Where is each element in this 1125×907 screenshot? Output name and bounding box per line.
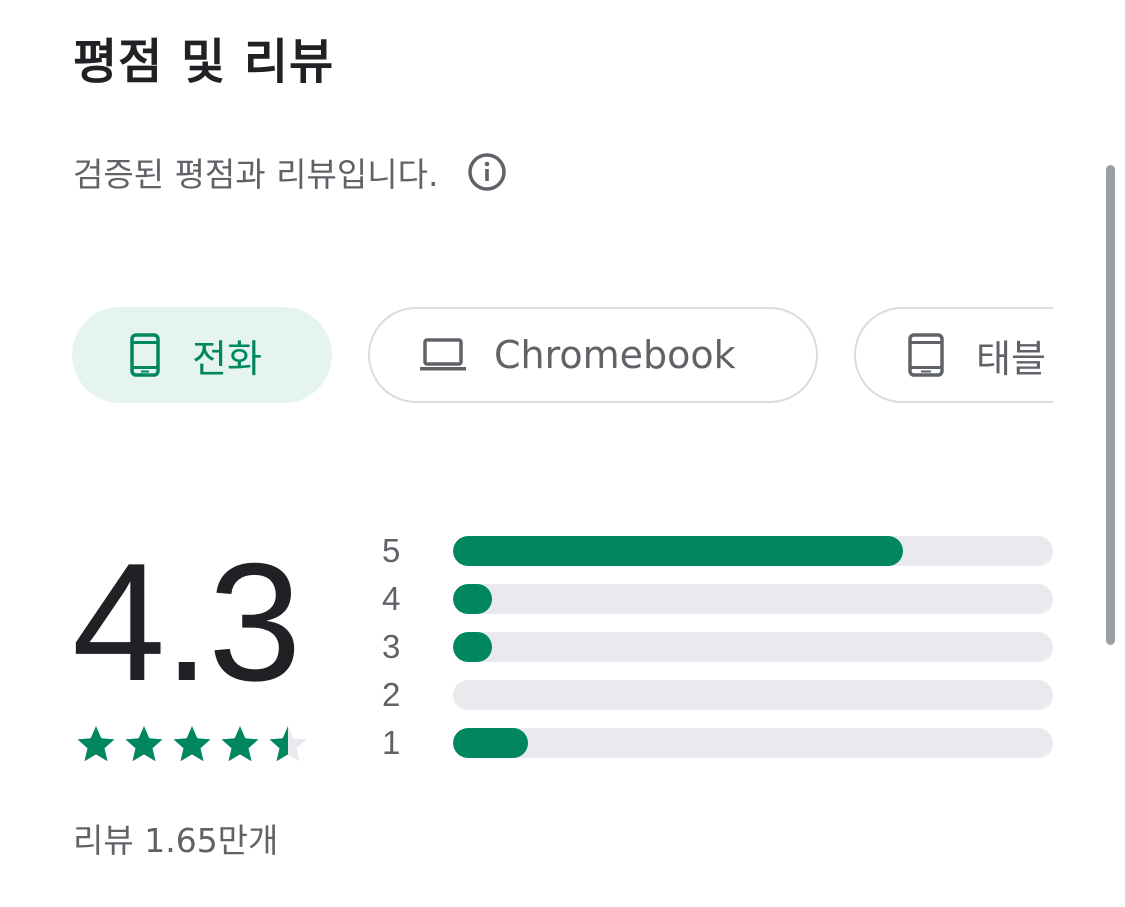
laptop-icon xyxy=(420,338,466,372)
chip-chromebook-label: Chromebook xyxy=(494,333,736,377)
rating-bar-fill xyxy=(453,536,903,566)
star-icon xyxy=(269,726,307,762)
rating-bar-label: 5 xyxy=(382,532,401,569)
page-title: 평점 및 리뷰 xyxy=(73,34,335,90)
rating-bar-row-4: 4 xyxy=(382,580,1062,617)
rating-bar-track xyxy=(453,632,1053,662)
rating-bar-row-3: 3 xyxy=(382,628,1062,665)
rating-bar-label: 3 xyxy=(382,628,401,665)
rating-bar-label: 1 xyxy=(382,724,401,761)
star-icon xyxy=(221,726,259,762)
review-count: 리뷰 1.65만개 xyxy=(73,821,279,860)
info-icon[interactable] xyxy=(466,151,508,193)
chip-tablet[interactable]: 태블 xyxy=(854,307,1053,403)
rating-bar-track xyxy=(453,728,1053,758)
star-icon xyxy=(77,726,115,762)
chip-tablet-label: 태블 xyxy=(976,336,1046,381)
star-icon xyxy=(125,726,163,762)
subtitle-text: 검증된 평점과 리뷰입니다. xyxy=(73,155,439,194)
tablet-icon xyxy=(908,333,944,377)
rating-bar-fill xyxy=(453,584,492,614)
chip-chromebook[interactable]: Chromebook xyxy=(368,307,818,403)
rating-bar-row-2: 2 xyxy=(382,676,1062,713)
star-icon xyxy=(173,726,211,762)
rating-bar-row-5: 5 xyxy=(382,532,1062,569)
subtitle-row: 검증된 평점과 리뷰입니다. xyxy=(73,148,508,196)
phone-icon xyxy=(130,333,160,377)
rating-bar-track xyxy=(453,536,1053,566)
rating-bar-fill xyxy=(453,632,492,662)
rating-bar-fill xyxy=(453,728,528,758)
rating-bar-row-1: 1 xyxy=(382,724,1062,761)
rating-bar-track xyxy=(453,584,1053,614)
scrollbar[interactable] xyxy=(1106,165,1115,645)
rating-bar-track xyxy=(453,680,1053,710)
device-filter-chips: 전화 Chromebook 태블 xyxy=(72,307,1053,407)
average-rating: 4.3 xyxy=(72,528,302,716)
chip-phone[interactable]: 전화 xyxy=(72,307,332,403)
rating-bar-label: 4 xyxy=(382,580,401,617)
star-rating xyxy=(76,724,316,764)
rating-bar-label: 2 xyxy=(382,676,401,713)
chip-phone-label: 전화 xyxy=(192,336,262,381)
